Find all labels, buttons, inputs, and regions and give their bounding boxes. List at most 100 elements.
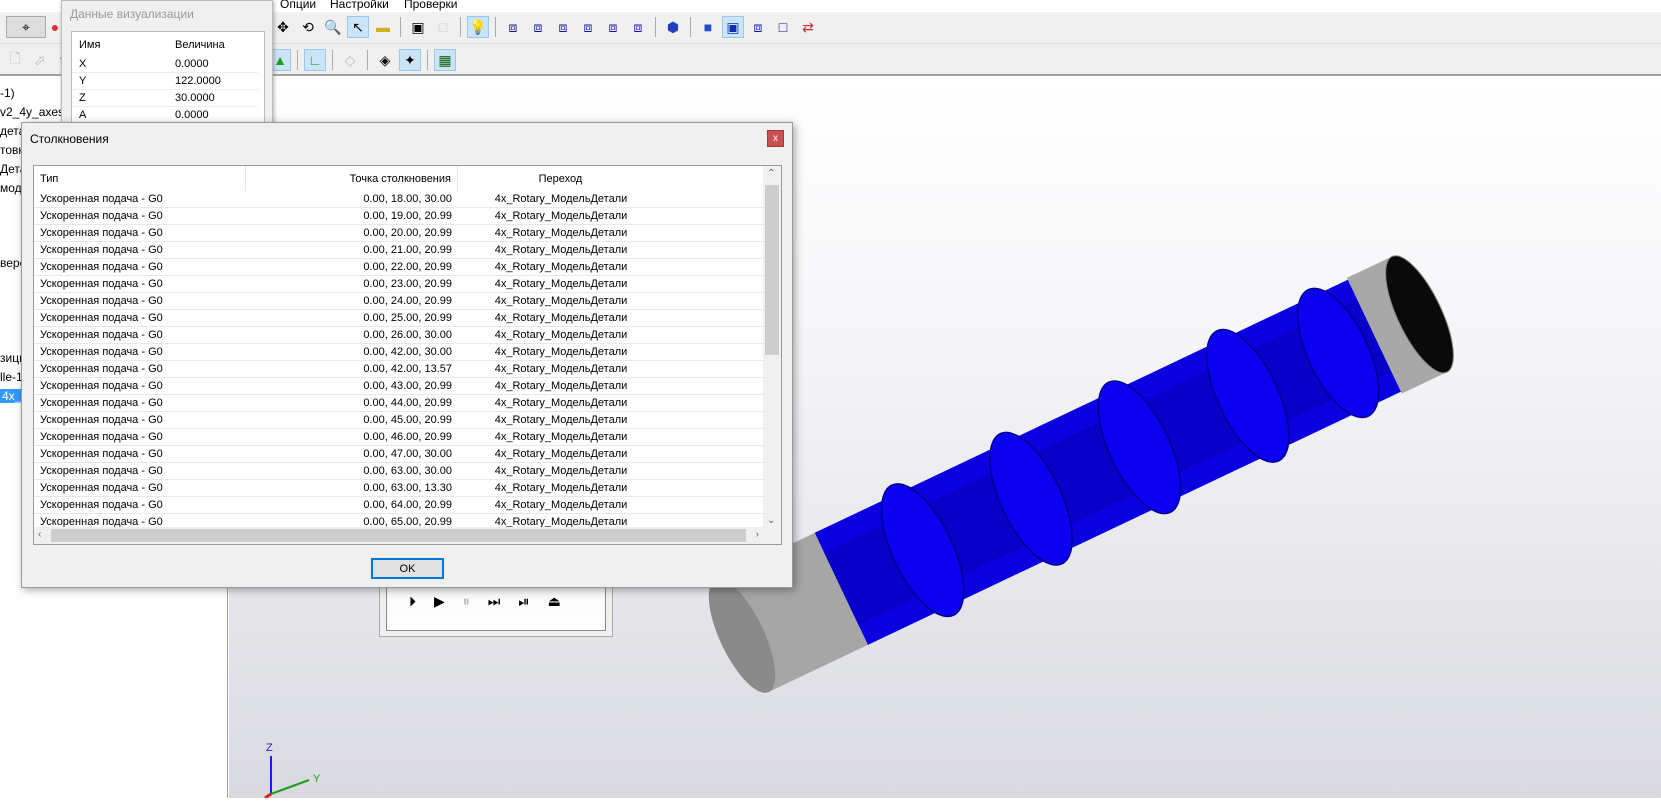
table-row[interactable]: Ускоренная подача - G0 0.00, 20.00, 20.9… [34, 225, 764, 242]
close-button[interactable]: x [767, 130, 784, 147]
value-cell: 30.0000 [175, 92, 215, 104]
table-row[interactable]: Ускоренная подача - G0 0.00, 64.00, 20.9… [34, 497, 764, 514]
scroll-down-icon[interactable]: ⌄ [767, 515, 775, 526]
table-row: Z 30.0000 [72, 90, 258, 107]
table-row[interactable]: Ускоренная подача - G0 0.00, 21.00, 20.9… [34, 242, 764, 259]
type-cell: Ускоренная подача - G0 [40, 227, 163, 239]
view-back-icon[interactable]: ⧈ [527, 16, 549, 38]
ok-button[interactable]: OK [371, 558, 444, 579]
step-forward-icon[interactable]: ⏵ [409, 593, 416, 630]
scroll-up-icon[interactable]: ⌃ [767, 168, 775, 179]
type-cell: Ускоренная подача - G0 [40, 448, 163, 460]
play-icon[interactable]: ▶ [434, 593, 445, 630]
type-cell: Ускоренная подача - G0 [40, 499, 163, 511]
table-row[interactable]: Ускоренная подача - G0 0.00, 47.00, 30.0… [34, 446, 764, 463]
column-header-collision-point[interactable]: Точка столкновения [246, 166, 458, 191]
column-header-type[interactable]: Тип [34, 166, 246, 191]
table-row[interactable]: Ускоренная подача - G0 0.00, 24.00, 20.9… [34, 293, 764, 310]
zoom-window-icon[interactable]: 🔍 [322, 16, 344, 38]
operation-cell: 4x_Rotary_МодельДетали [494, 431, 628, 443]
graph-icon[interactable]: ▦ [434, 49, 456, 71]
shaded-edges-icon[interactable]: ▣ [722, 16, 744, 38]
play-to-end-icon[interactable]: ⏯ [518, 593, 529, 630]
view-top-icon[interactable]: ⧈ [552, 16, 574, 38]
collision-point-cell: 0.00, 23.00, 20.99 [363, 278, 452, 290]
menu-checks[interactable]: Проверки [404, 0, 458, 11]
collision-point-cell: 0.00, 42.00, 13.57 [363, 363, 452, 375]
scroll-thumb[interactable] [51, 529, 746, 542]
open-icon[interactable]: ⬀ [29, 49, 51, 71]
type-cell: Ускоренная подача - G0 [40, 210, 163, 222]
table-row[interactable]: Ускоренная подача - G0 0.00, 43.00, 20.9… [34, 378, 764, 395]
type-cell: Ускоренная подача - G0 [40, 193, 163, 205]
table-row[interactable]: Ускоренная подача - G0 0.00, 26.00, 30.0… [34, 327, 764, 344]
tree-item[interactable]: lle-1 [0, 370, 23, 384]
table-row[interactable]: Ускоренная подача - G0 0.00, 19.00, 20.9… [34, 208, 764, 225]
light-bulb-icon[interactable]: 💡 [467, 16, 489, 38]
table-row[interactable]: Ускоренная подача - G0 0.00, 25.00, 20.9… [34, 310, 764, 327]
transparent-box-icon[interactable]: □ [432, 16, 454, 38]
type-cell: Ускоренная подача - G0 [40, 465, 163, 477]
table-row[interactable]: Ускоренная подача - G0 0.00, 46.00, 20.9… [34, 429, 764, 446]
table-row[interactable]: Ускоренная подача - G0 0.00, 44.00, 20.9… [34, 395, 764, 412]
visualization-table: Имя Величина X 0.0000 Y 122.0000 Z 30.0000 A 0.… [71, 31, 265, 125]
view-bottom-icon[interactable]: ⧈ [577, 16, 599, 38]
visualization-data-panel: Данные визуализации Имя Величина X 0.0000… [61, 0, 273, 125]
new-doc-icon[interactable]: 🗋 [4, 49, 26, 71]
operation-cell: 4x_Rotary_МодельДетали [494, 499, 628, 511]
shaded-icon[interactable]: ■ [697, 16, 719, 38]
skip-to-next-icon[interactable]: ⏭ [488, 593, 501, 630]
operation-cell: 4x_Rotary_МодельДетали [494, 465, 628, 477]
menu-options[interactable]: Опции [280, 0, 316, 11]
compare-icon[interactable]: ◇ [339, 49, 361, 71]
crosshair-icon[interactable]: ⌖ [6, 16, 46, 38]
scroll-right-icon[interactable]: › [756, 529, 759, 540]
type-cell: Ускоренная подача - G0 [40, 363, 163, 375]
table-row[interactable]: Ускоренная подача - G0 0.00, 45.00, 20.9… [34, 412, 764, 429]
table-row[interactable]: Ускоренная подача - G0 0.00, 63.00, 30.0… [34, 463, 764, 480]
color-wheel-icon[interactable]: ● [48, 16, 62, 38]
operation-cell: 4x_Rotary_МодельДетали [494, 278, 628, 290]
rotate-icon[interactable]: ⟲ [297, 16, 319, 38]
tree-item[interactable]: -1) [0, 86, 15, 100]
hidden-line-icon[interactable]: □ [772, 16, 794, 38]
move-icon[interactable]: ✥ [272, 16, 294, 38]
table-row[interactable]: Ускоренная подача - G0 0.00, 42.00, 13.5… [34, 361, 764, 378]
view-front-icon[interactable]: ⧈ [502, 16, 524, 38]
isometric-icon[interactable]: ⬢ [662, 16, 684, 38]
table-row[interactable]: Ускоренная подача - G0 0.00, 22.00, 20.9… [34, 259, 764, 276]
operation-cell: 4x_Rotary_МодельДетали [494, 210, 628, 222]
scroll-thumb[interactable] [765, 185, 779, 355]
collision-point-cell: 0.00, 25.00, 20.99 [363, 312, 452, 324]
table-row[interactable]: Ускоренная подача - G0 0.00, 63.00, 13.3… [34, 480, 764, 497]
stock-box-icon[interactable]: ▣ [407, 16, 429, 38]
tree-item[interactable]: v2_4y_axes) [0, 105, 68, 119]
axes-icon[interactable]: ∟ [304, 49, 326, 71]
value-cell: 122.0000 [175, 75, 221, 87]
horizontal-scrollbar[interactable]: ‹ › [34, 527, 781, 544]
value-cell: 0.0000 [175, 58, 209, 70]
menu-settings[interactable]: Настройки [330, 0, 389, 11]
panel-title: Данные визуализации [70, 7, 194, 21]
operation-cell: 4x_Rotary_МодельДетали [494, 244, 628, 256]
type-cell: Ускоренная подача - G0 [40, 380, 163, 392]
swap-arrows-icon[interactable]: ⇄ [797, 16, 819, 38]
measure-ruler-icon[interactable]: ▬ [372, 16, 394, 38]
select-arrow-icon[interactable]: ↖ [347, 16, 369, 38]
scroll-left-icon[interactable]: ‹ [38, 529, 41, 540]
table-row: X 0.0000 [72, 56, 258, 73]
table-row[interactable]: Ускоренная подача - G0 0.00, 42.00, 30.0… [34, 344, 764, 361]
eject-icon[interactable]: ⏏ [548, 593, 561, 630]
collision-icon[interactable]: ◈ [374, 49, 396, 71]
collision-point-cell: 0.00, 44.00, 20.99 [363, 397, 452, 409]
wireframe-icon[interactable]: ⧈ [747, 16, 769, 38]
table-row[interactable]: Ускоренная подача - G0 0.00, 23.00, 20.9… [34, 276, 764, 293]
pause-icon[interactable]: ⏸ [463, 593, 470, 630]
column-header-operation[interactable]: Переход [458, 166, 764, 191]
table-row[interactable]: Ускоренная подача - G0 0.00, 18.00, 30.0… [34, 191, 764, 208]
machine-icon[interactable]: ✦ [399, 49, 421, 71]
vertical-scrollbar[interactable]: ⌃ ⌄ [763, 166, 781, 528]
view-left-icon[interactable]: ⧈ [602, 16, 624, 38]
view-right-icon[interactable]: ⧈ [627, 16, 649, 38]
toolbar-separator [460, 17, 461, 37]
